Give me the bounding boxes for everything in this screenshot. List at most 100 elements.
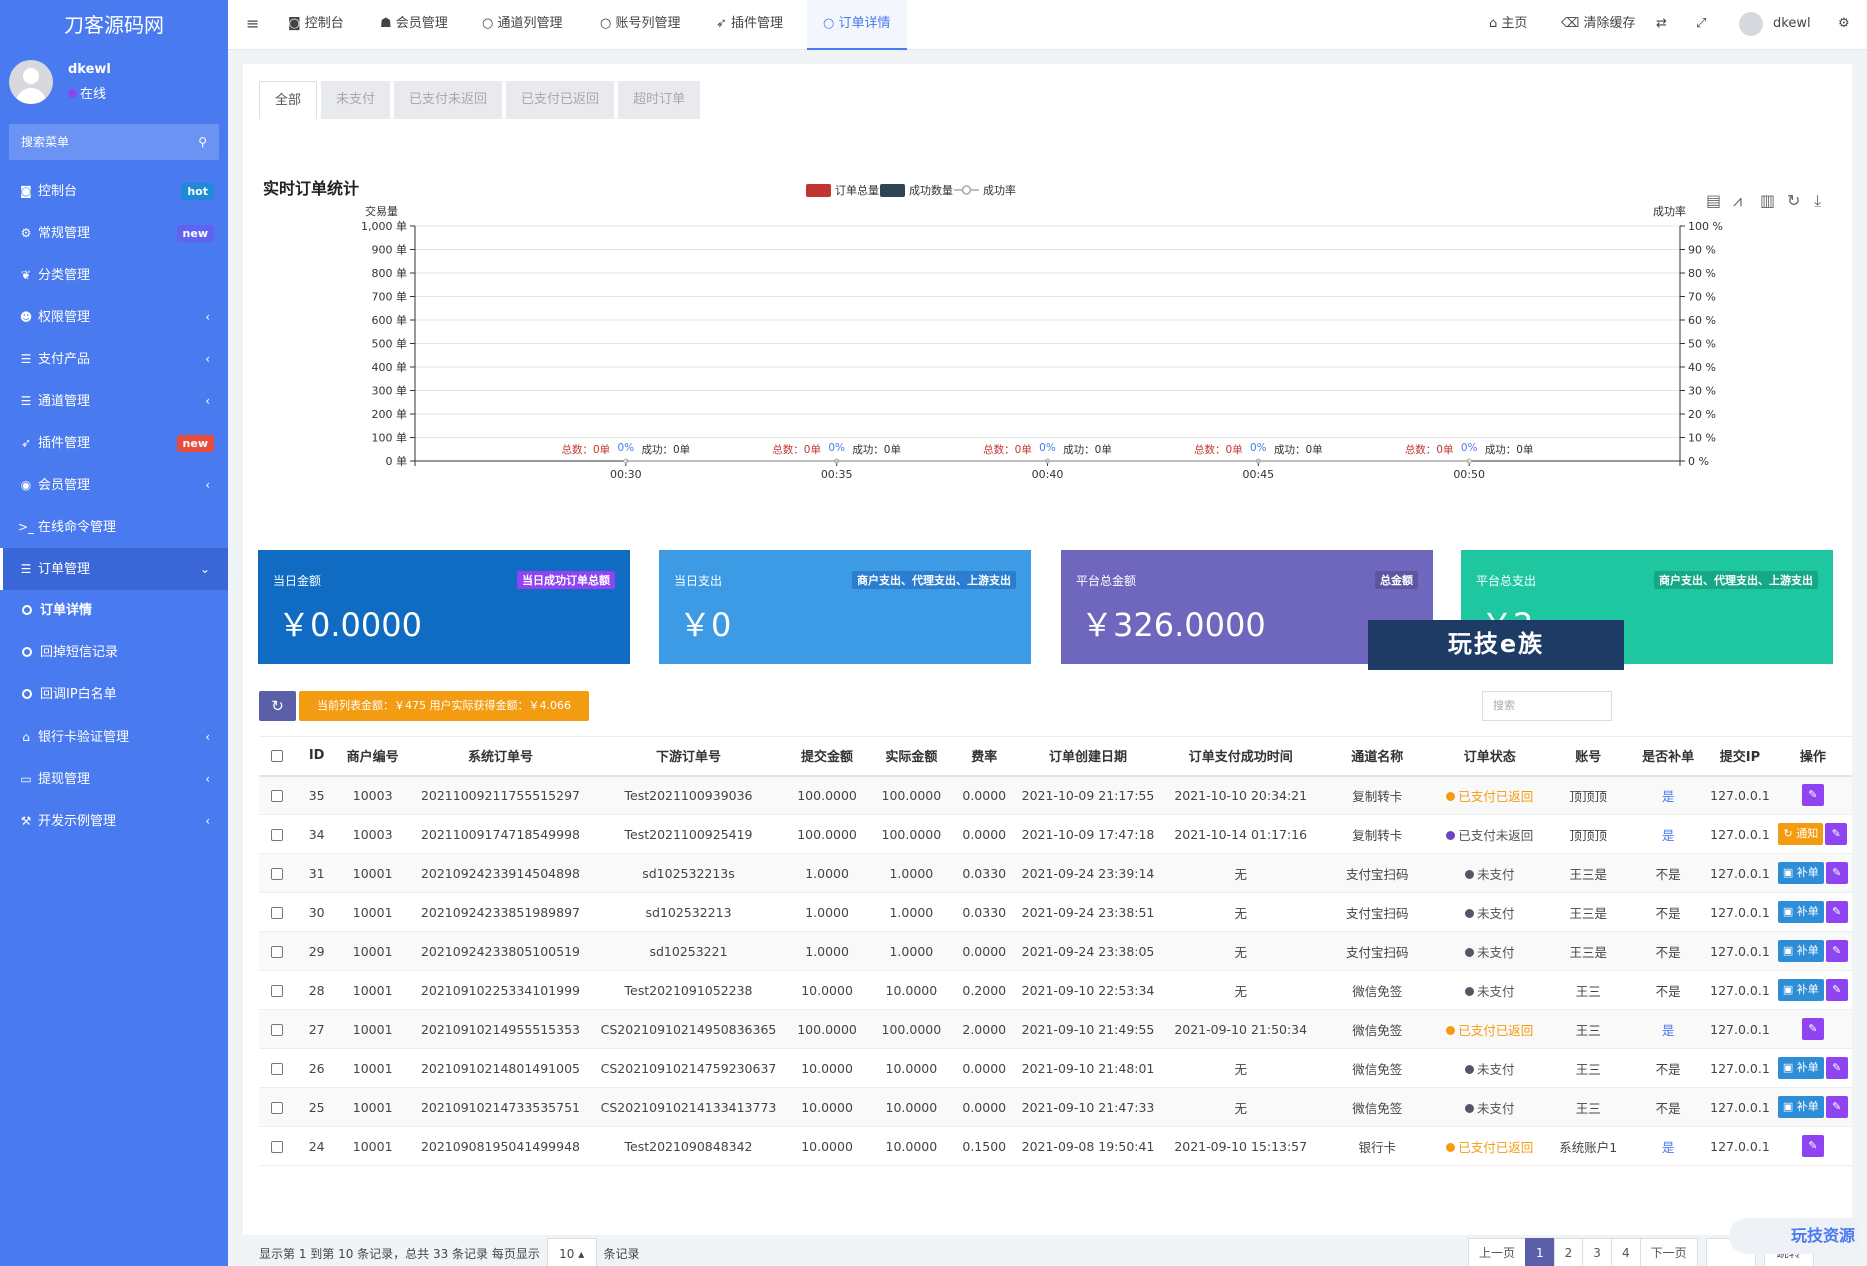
sidebar-item-4[interactable]: ☰ 支付产品 ‹	[0, 338, 228, 380]
bar-chart-icon[interactable]: ▥	[1760, 191, 1775, 210]
user-menu[interactable]: dkewl	[1739, 0, 1811, 50]
tab-1[interactable]: 未支付	[321, 81, 391, 119]
column-header[interactable]: 订单状态	[1433, 736, 1547, 777]
supplement-button[interactable]: ▣ 补单	[1777, 940, 1824, 962]
prev-page-button[interactable]: 上一页	[1468, 1238, 1527, 1266]
sidebar-item-11[interactable]: 回掉短信记录	[0, 632, 228, 674]
topnav-tab-3[interactable]: ○ 账号列管理	[600, 0, 681, 50]
row-checkbox[interactable]	[271, 907, 284, 919]
select-all-checkbox[interactable]	[271, 749, 284, 762]
chevron-icon[interactable]: ‹	[205, 758, 210, 800]
line-chart-icon[interactable]: ⩘	[1733, 191, 1742, 210]
sidebar-item-12[interactable]: 回调IP白名单	[0, 674, 228, 716]
page-button[interactable]: 1	[1525, 1238, 1555, 1266]
chevron-icon[interactable]: ⌄	[200, 548, 210, 590]
sidebar-item-1[interactable]: ⚙ 常规管理 new	[0, 212, 228, 254]
supplement-button[interactable]: ▣ 补单	[1777, 1096, 1824, 1118]
topnav-tab-2[interactable]: ○ 通道列管理	[482, 0, 563, 50]
data-view-icon[interactable]: ▤	[1706, 191, 1721, 210]
column-header[interactable]: 操作	[1773, 736, 1852, 777]
page-button[interactable]: 2	[1553, 1238, 1584, 1266]
restore-icon[interactable]: ↻	[1787, 191, 1800, 210]
row-checkbox[interactable]	[271, 1141, 284, 1153]
column-header[interactable]: 提交IP	[1706, 736, 1774, 777]
edit-button[interactable]: ✎	[1825, 1096, 1848, 1118]
column-header[interactable]: 是否补单	[1630, 736, 1707, 777]
column-header[interactable]: 商户编号	[337, 736, 409, 777]
tab-3[interactable]: 已支付已返回	[506, 81, 615, 119]
row-checkbox[interactable]	[271, 790, 284, 803]
topnav-tab-0[interactable]: ◙ 控制台	[288, 0, 344, 50]
sidebar-item-5[interactable]: ☰ 通道管理 ‹	[0, 380, 228, 422]
legend-item[interactable]: 成功率	[954, 183, 1016, 197]
edit-button[interactable]: ✎	[1801, 1135, 1824, 1157]
edit-button[interactable]: ✎	[1825, 1057, 1848, 1079]
column-header[interactable]: 下游订单号	[592, 736, 785, 777]
page-size-select[interactable]: 10 ▴	[546, 1238, 597, 1266]
row-checkbox[interactable]	[271, 868, 284, 880]
chevron-icon[interactable]: ‹	[205, 338, 210, 380]
sidebar-item-8[interactable]: >_ 在线命令管理	[0, 506, 228, 548]
topnav-tab-5[interactable]: ○ 订单详情	[807, 0, 907, 50]
topnav-tab-4[interactable]: ➶ 插件管理	[716, 0, 783, 50]
list-amount-button[interactable]: 当前列表金额：￥475 用户实际获得金额：￥4.066	[299, 691, 589, 721]
clear-cache-link[interactable]: ⌫ 清除缓存	[1561, 0, 1636, 50]
column-header[interactable]: 费率	[952, 736, 1016, 777]
refresh-button[interactable]: ↻	[259, 691, 296, 721]
sidebar-search-input[interactable]: 搜索菜单 ⚲	[9, 124, 219, 160]
row-checkbox[interactable]	[271, 985, 284, 997]
sidebar-item-15[interactable]: ⚒ 开发示例管理 ‹	[0, 800, 228, 842]
tab-4[interactable]: 超时订单	[618, 81, 701, 119]
chevron-icon[interactable]: ‹	[205, 800, 210, 842]
menu-toggle-icon[interactable]: ≡	[246, 0, 259, 50]
sidebar-item-3[interactable]: ☻ 权限管理 ‹	[0, 296, 228, 338]
download-icon[interactable]: ⤓	[1814, 191, 1821, 210]
column-header[interactable]: 订单支付成功时间	[1160, 736, 1322, 777]
page-button[interactable]: 4	[1610, 1238, 1641, 1266]
translate-icon[interactable]: ⇄	[1656, 0, 1667, 50]
edit-button[interactable]: ✎	[1825, 979, 1848, 1001]
supplement-button[interactable]: ▣ 补单	[1777, 979, 1824, 1001]
row-checkbox[interactable]	[271, 1063, 284, 1075]
edit-button[interactable]: ✎	[1801, 784, 1824, 807]
next-page-button[interactable]: 下一页	[1639, 1238, 1698, 1266]
supplement-button[interactable]: ▣ 补单	[1777, 1057, 1824, 1079]
row-checkbox[interactable]	[271, 1102, 284, 1114]
tab-0[interactable]: 全部	[259, 81, 318, 119]
row-checkbox[interactable]	[271, 946, 284, 958]
supplement-button[interactable]: ▣ 补单	[1777, 862, 1824, 884]
notify-button[interactable]: ↻ 通知	[1778, 823, 1824, 845]
chevron-icon[interactable]: ‹	[205, 296, 210, 338]
home-link[interactable]: ⌂ 主页	[1489, 0, 1527, 50]
edit-button[interactable]: ✎	[1801, 1018, 1824, 1040]
sidebar-item-2[interactable]: ❦ 分类管理	[0, 254, 228, 296]
sidebar-item-0[interactable]: ◙ 控制台 hot	[0, 170, 228, 212]
column-header[interactable]: 账号	[1546, 736, 1631, 777]
chevron-icon[interactable]: ‹	[205, 380, 210, 422]
supplement-button[interactable]: ▣ 补单	[1777, 901, 1824, 923]
topnav-tab-1[interactable]: ☗ 会员管理	[380, 0, 448, 50]
sidebar-item-9[interactable]: ☰ 订单管理 ⌄	[0, 548, 228, 590]
column-header[interactable]: 实际金额	[870, 736, 953, 777]
chevron-icon[interactable]: ‹	[205, 464, 210, 506]
column-header[interactable]: 订单创建日期	[1015, 736, 1161, 777]
edit-button[interactable]: ✎	[1825, 901, 1848, 923]
sidebar-item-7[interactable]: ◉ 会员管理 ‹	[0, 464, 228, 506]
fullscreen-icon[interactable]: ⤢	[1696, 0, 1706, 50]
settings-icon[interactable]: ⚙	[1838, 0, 1850, 50]
row-checkbox[interactable]	[271, 829, 284, 841]
sidebar-item-13[interactable]: ⌂ 银行卡验证管理 ‹	[0, 716, 228, 758]
tab-2[interactable]: 已支付未返回	[394, 81, 503, 119]
table-search-input[interactable]: 搜索	[1482, 691, 1612, 721]
column-header[interactable]: 系统订单号	[408, 736, 593, 777]
column-header[interactable]: 提交金额	[784, 736, 871, 777]
legend-item[interactable]: 成功数量	[880, 184, 953, 197]
sidebar-item-14[interactable]: ▭ 提现管理 ‹	[0, 758, 228, 800]
page-button[interactable]: 3	[1582, 1238, 1612, 1266]
avatar[interactable]	[9, 60, 53, 104]
legend-item[interactable]: 订单总量	[806, 183, 879, 197]
brand-logo[interactable]: 刀客源码网	[0, 0, 228, 50]
edit-button[interactable]: ✎	[1825, 940, 1848, 962]
sidebar-item-10[interactable]: 订单详情	[0, 590, 228, 632]
sidebar-item-6[interactable]: ➶ 插件管理 new	[0, 422, 228, 464]
